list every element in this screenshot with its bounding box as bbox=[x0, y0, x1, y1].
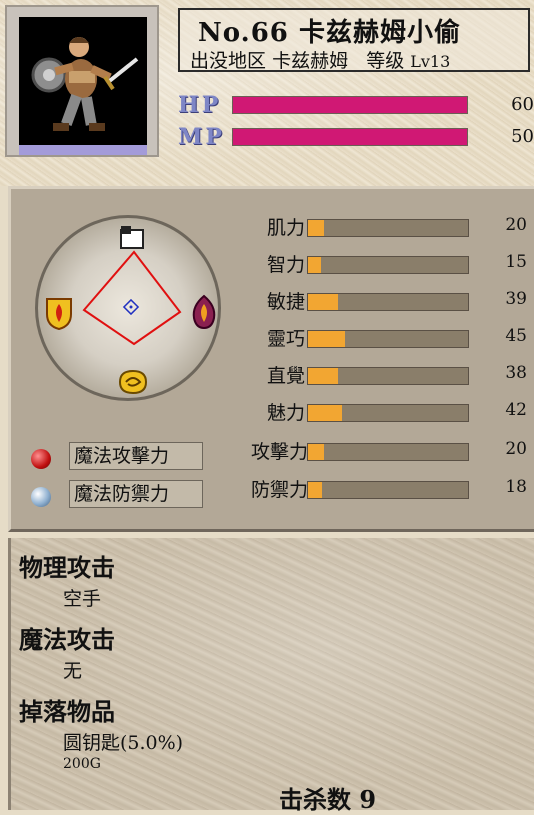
stat-label: 肌力 bbox=[266, 217, 305, 239]
mp-bar bbox=[232, 128, 468, 146]
monster-name: 卡兹赫姆小偷 bbox=[298, 18, 461, 48]
magic-attack-button[interactable]: 魔法攻擊力 bbox=[69, 442, 203, 470]
hp-bar bbox=[232, 96, 468, 114]
stat-bar bbox=[307, 219, 469, 237]
drop-item: 圆钥匙(5.0%) bbox=[63, 732, 184, 754]
hp-label: HP bbox=[178, 92, 222, 118]
magic-attack-heading: 魔法攻击 bbox=[19, 625, 115, 654]
stat-bar bbox=[307, 404, 469, 422]
stat-value: 20 bbox=[505, 215, 527, 235]
red-orb-icon bbox=[31, 449, 51, 469]
stat-value: 38 bbox=[505, 363, 527, 383]
blue-orb-icon bbox=[31, 487, 51, 507]
stat-label: 攻擊力 bbox=[251, 441, 309, 463]
flame-emblem-icon bbox=[190, 294, 218, 330]
stat-value: 15 bbox=[505, 252, 527, 272]
stat-value: 18 bbox=[505, 477, 527, 497]
monster-number: No.66 bbox=[198, 18, 289, 48]
fire-shield-icon bbox=[44, 296, 74, 331]
stat-value: 45 bbox=[505, 326, 527, 346]
stat-value: 39 bbox=[505, 289, 527, 309]
stat-label: 防禦力 bbox=[251, 479, 309, 501]
location-label: 出没地区 bbox=[190, 50, 267, 72]
monster-title: No.66 卡兹赫姆小偷 bbox=[198, 12, 461, 49]
stat-bar bbox=[307, 330, 469, 348]
stat-label: 智力 bbox=[266, 254, 305, 276]
stat-label: 魅力 bbox=[266, 402, 305, 424]
monster-portrait bbox=[19, 17, 147, 145]
gauntlet-icon bbox=[118, 224, 146, 252]
monster-subtitle: 出没地区 卡兹赫姆 等级 Lv13 bbox=[190, 46, 450, 73]
portrait-frame bbox=[5, 5, 159, 157]
stat-bar bbox=[307, 443, 469, 461]
stat-label: 靈巧 bbox=[266, 328, 305, 350]
title-box: No.66 卡兹赫姆小偷 出没地区 卡兹赫姆 等级 Lv13 bbox=[178, 8, 530, 72]
phys-attack-heading: 物理攻击 bbox=[19, 553, 115, 582]
stat-value: 42 bbox=[505, 400, 527, 420]
portrait-base-strip bbox=[19, 145, 147, 155]
phys-attack-value: 空手 bbox=[63, 588, 102, 610]
wind-emblem-icon bbox=[116, 368, 150, 396]
magic-defense-button[interactable]: 魔法防禦力 bbox=[69, 480, 203, 508]
level-label: 等级 bbox=[366, 50, 405, 72]
drops-heading: 掉落物品 bbox=[19, 697, 115, 726]
stat-bar bbox=[307, 481, 469, 499]
mp-value: 50 bbox=[511, 126, 534, 147]
stat-bar bbox=[307, 256, 469, 274]
element-dial bbox=[35, 215, 221, 401]
info-panel: 物理攻击 空手 魔法攻击 无 掉落物品 圆钥匙(5.0%) 200G 击杀数 9 bbox=[8, 538, 534, 814]
mp-label: MP bbox=[178, 124, 225, 150]
stats-panel: 魔法攻擊力 魔法防禦力 肌力 20 智力 15 敏捷 39 靈巧 45 直覺 38 魅力 42 攻擊力 2… bbox=[8, 186, 534, 532]
stat-bar bbox=[307, 367, 469, 385]
level-value: Lv13 bbox=[410, 52, 451, 71]
thief-sprite-icon bbox=[31, 37, 139, 131]
location-value: 卡兹赫姆 bbox=[272, 50, 349, 72]
stat-bar bbox=[307, 293, 469, 311]
stat-label: 敏捷 bbox=[266, 291, 305, 313]
gold-drop: 200G bbox=[63, 756, 101, 772]
stat-label: 直覺 bbox=[266, 365, 305, 387]
hp-value: 60 bbox=[511, 94, 534, 115]
stat-value: 20 bbox=[505, 439, 527, 459]
magic-attack-value: 无 bbox=[63, 660, 83, 682]
